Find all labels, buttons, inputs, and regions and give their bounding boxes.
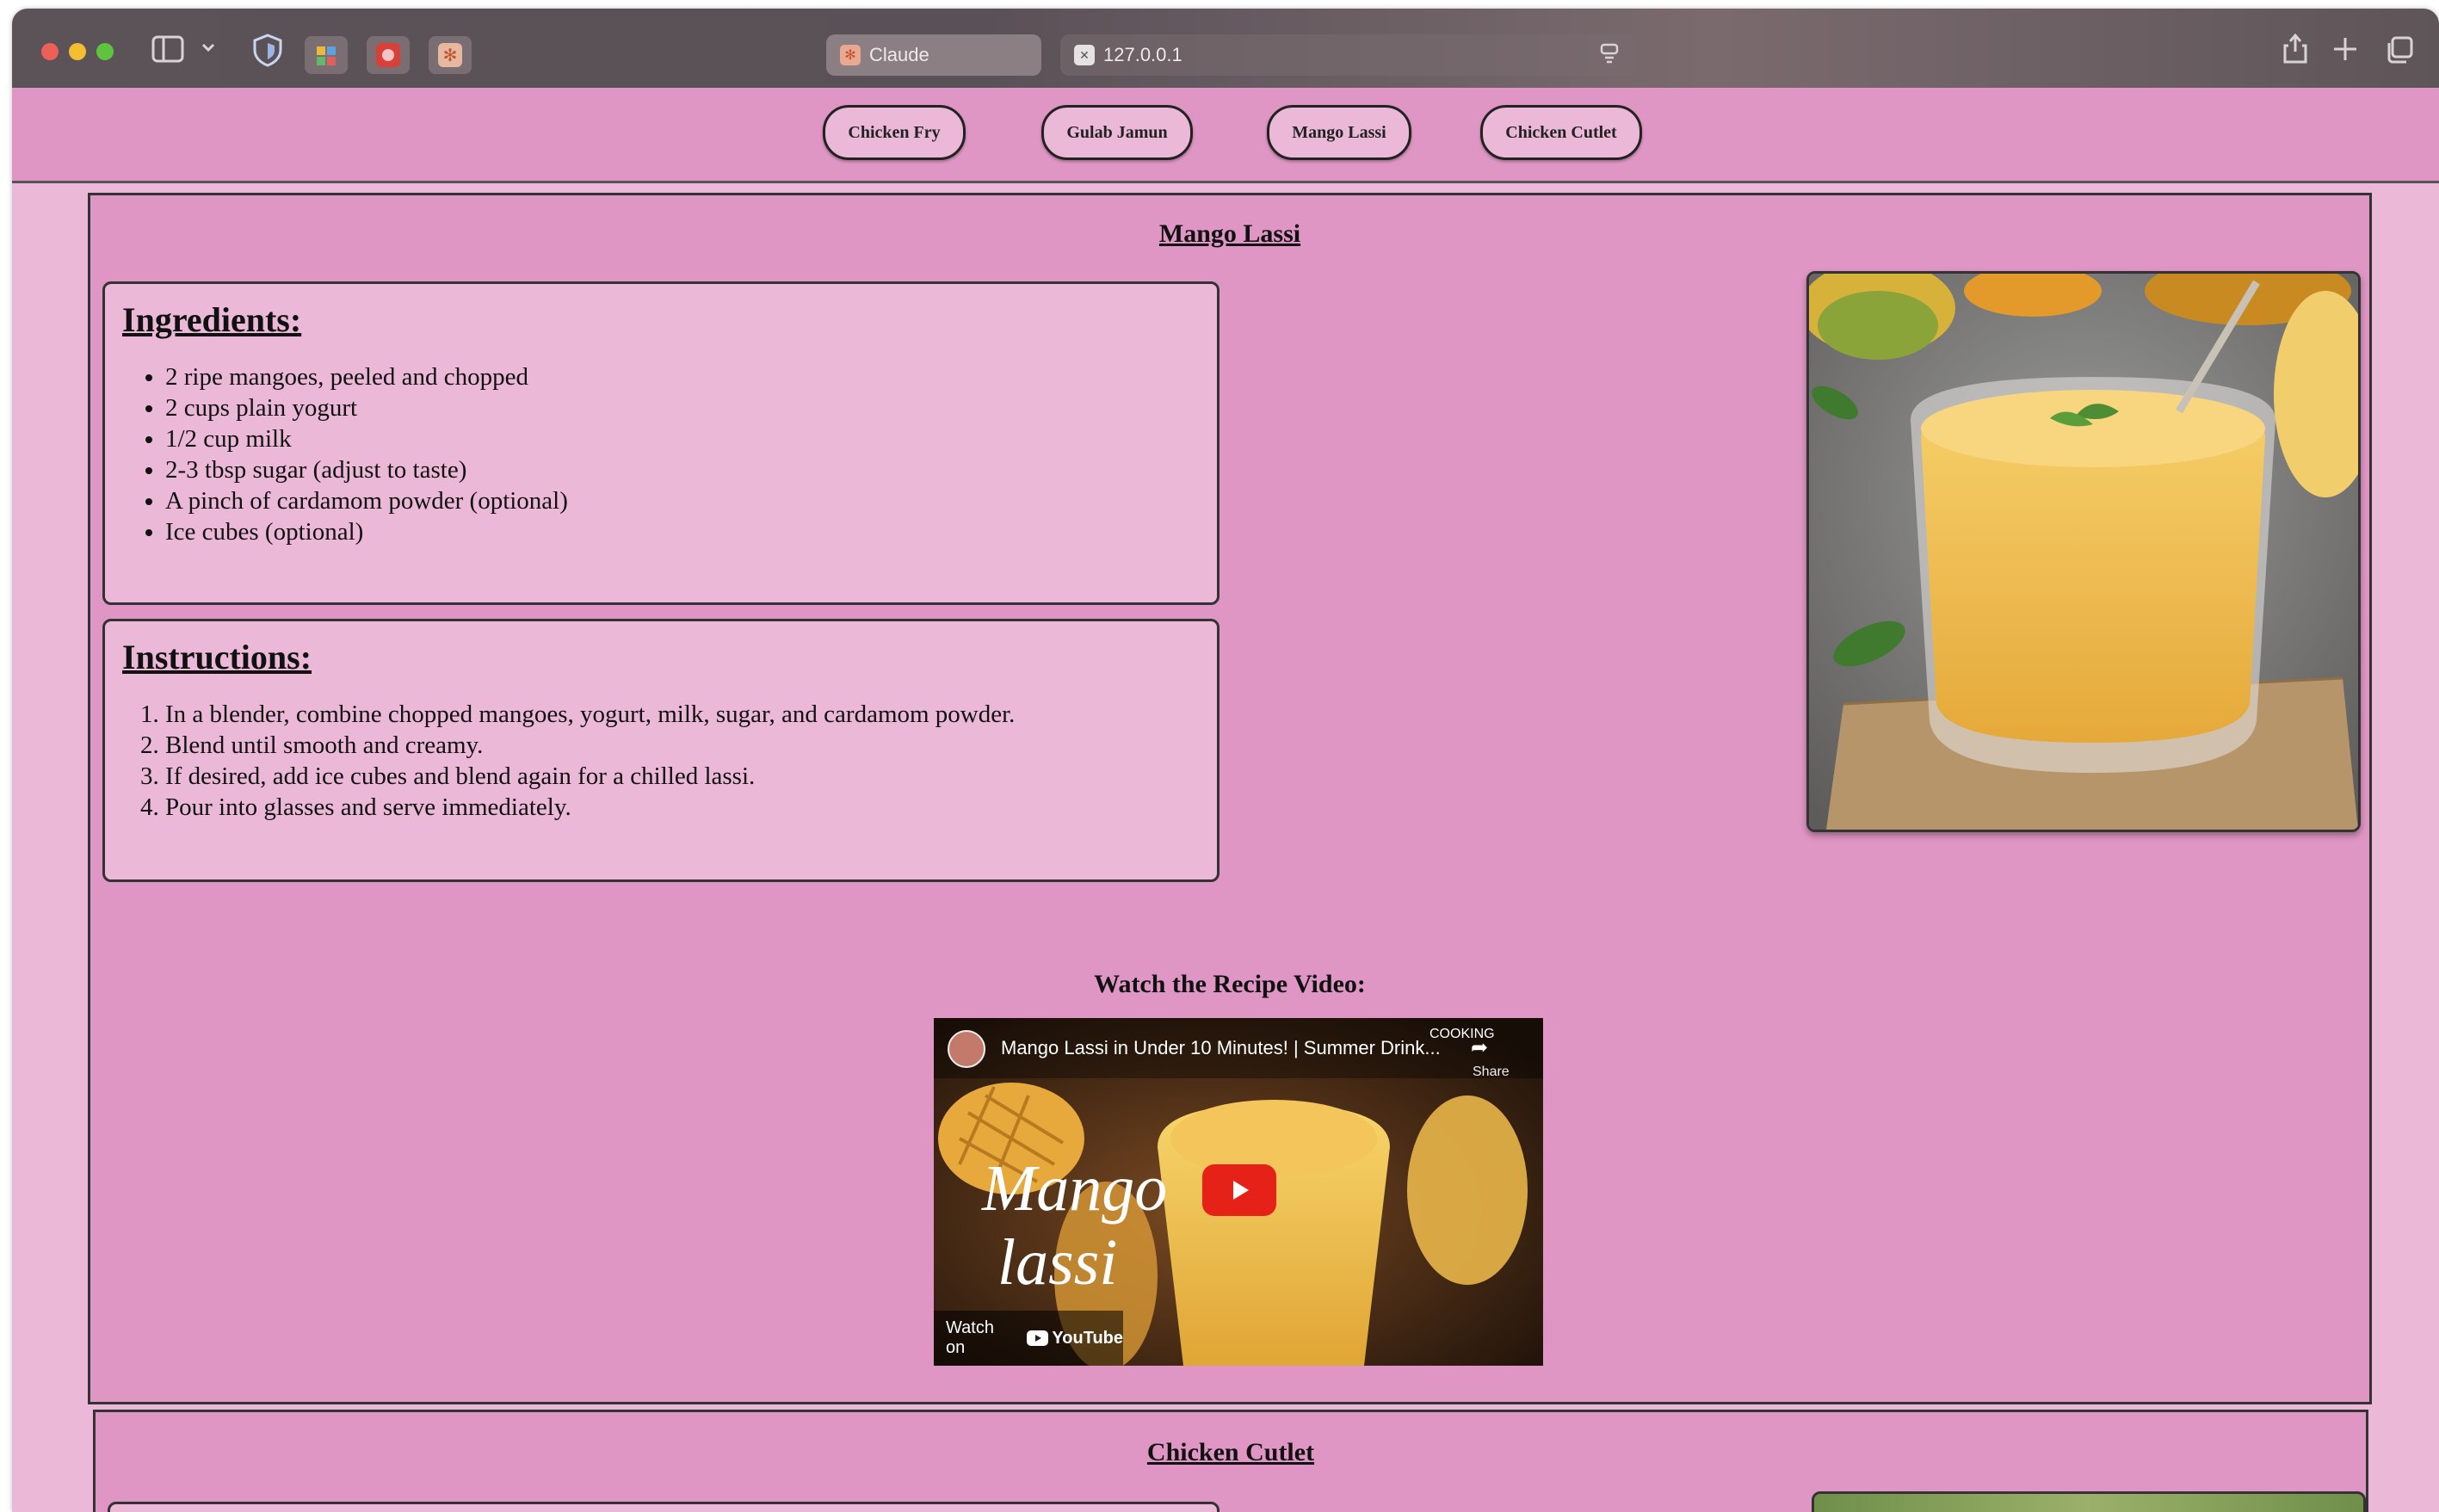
video-overlay-title-line1: Mango xyxy=(982,1152,1168,1225)
instruction-step: Blend until smooth and creamy. xyxy=(165,730,1015,761)
chevron-down-icon[interactable] xyxy=(200,38,217,60)
close-window-button[interactable] xyxy=(41,43,59,60)
ingredient-item: 2-3 tbsp sugar (adjust to taste) xyxy=(165,454,568,485)
maximize-window-button[interactable] xyxy=(96,43,114,60)
claude-extension-button[interactable]: ✻ xyxy=(429,36,472,74)
ingredient-item: 2 ripe mangoes, peeled and chopped xyxy=(165,361,568,392)
tabs-overview-icon[interactable] xyxy=(2384,34,2415,69)
tab-claude[interactable]: ✻ Claude xyxy=(826,34,1041,76)
nav-button-mango-lassi[interactable]: Mango Lassi xyxy=(1267,105,1411,160)
address-text: 127.0.0.1 xyxy=(1103,44,1182,65)
shield-icon[interactable] xyxy=(251,33,284,71)
instructions-box: Instructions: In a blender, combine chop… xyxy=(102,619,1220,882)
ingredient-item: 2 cups plain yogurt xyxy=(165,392,568,423)
instruction-step: Pour into glasses and serve immediately. xyxy=(165,792,1015,823)
nav-button-chicken-fry[interactable]: Chicken Fry xyxy=(823,105,966,160)
play-button[interactable] xyxy=(1202,1164,1276,1216)
browser-window: ✻ ✻ Claude ✕ 127.0.0.1 Chicken Fry Gulab… xyxy=(12,9,2439,1512)
browser-toolbar: ✻ ✻ Claude ✕ 127.0.0.1 xyxy=(12,9,2439,88)
page-content: Chicken Fry Gulab Jamun Mango Lassi Chic… xyxy=(12,88,2439,1512)
nav-button-chicken-cutlet[interactable]: Chicken Cutlet xyxy=(1480,105,1642,160)
site-favicon-icon: ✕ xyxy=(1074,45,1095,65)
ingredient-item: Ice cubes (optional) xyxy=(165,516,568,547)
video-title[interactable]: Mango Lassi in Under 10 Minutes! | Summe… xyxy=(1001,1037,1441,1059)
video-overlay-title-line2: lassi xyxy=(997,1226,1118,1299)
ingredients-list: 2 ripe mangoes, peeled and chopped 2 cup… xyxy=(122,361,568,547)
youtube-icon xyxy=(1026,1330,1049,1346)
claude-favicon-icon: ✻ xyxy=(840,45,861,65)
instructions-list: In a blender, combine chopped mangoes, y… xyxy=(122,699,1015,823)
share-icon[interactable] xyxy=(2281,31,2310,69)
youtube-label: YouTube xyxy=(1052,1328,1123,1348)
recipe-card-mango-lassi: Mango Lassi Ingredients: 2 ripe mangoes,… xyxy=(88,193,2372,1404)
instructions-heading: Instructions: xyxy=(122,638,312,676)
minimize-window-button[interactable] xyxy=(69,43,86,60)
instruction-step: In a blender, combine chopped mangoes, y… xyxy=(165,699,1015,730)
watch-on-label: Watch on xyxy=(946,1318,994,1357)
ingredient-item: 1/2 cup milk xyxy=(165,423,568,454)
video-heading: Watch the Recipe Video: xyxy=(1094,970,1366,998)
share-label[interactable]: Share xyxy=(1473,1065,1510,1080)
recipe-video-player[interactable]: Mango Lassi in Under 10 Minutes! | Summe… xyxy=(934,1018,1543,1366)
recipe-card-chicken-cutlet: Chicken Cutlet xyxy=(93,1410,2368,1512)
mango-lassi-photo xyxy=(1806,271,2361,832)
ingredients-box xyxy=(108,1502,1220,1512)
channel-avatar[interactable] xyxy=(948,1030,985,1068)
nav-button-gulab-jamun[interactable]: Gulab Jamun xyxy=(1041,105,1193,160)
extension-button[interactable] xyxy=(305,36,348,74)
recipe-nav-bar: Chicken Fry Gulab Jamun Mango Lassi Chic… xyxy=(12,88,2439,183)
recipe-title: Mango Lassi xyxy=(1158,219,1301,248)
ingredients-heading: Ingredients: xyxy=(122,300,302,339)
ingredient-item: A pinch of cardamom powder (optional) xyxy=(165,485,568,516)
ingredients-box: Ingredients: 2 ripe mangoes, peeled and … xyxy=(102,281,1220,605)
record-extension-button[interactable] xyxy=(367,36,410,74)
address-bar[interactable]: ✕ 127.0.0.1 xyxy=(1060,34,1637,76)
tab-label: Claude xyxy=(869,44,929,65)
recipe-title: Chicken Cutlet xyxy=(1146,1438,1315,1466)
reader-icon[interactable] xyxy=(1597,41,1621,72)
share-arrow-icon[interactable]: ➦ xyxy=(1471,1035,1488,1059)
sidebar-icon[interactable] xyxy=(151,34,186,67)
chicken-cutlet-photo xyxy=(1812,1491,2366,1512)
instruction-step: If desired, add ice cubes and blend agai… xyxy=(165,761,1015,792)
plus-icon[interactable] xyxy=(2331,34,2360,67)
play-icon xyxy=(1233,1181,1249,1200)
watch-on-youtube-link[interactable]: Watch on YouTube xyxy=(934,1311,1123,1366)
svg-text:✻: ✻ xyxy=(443,45,458,65)
